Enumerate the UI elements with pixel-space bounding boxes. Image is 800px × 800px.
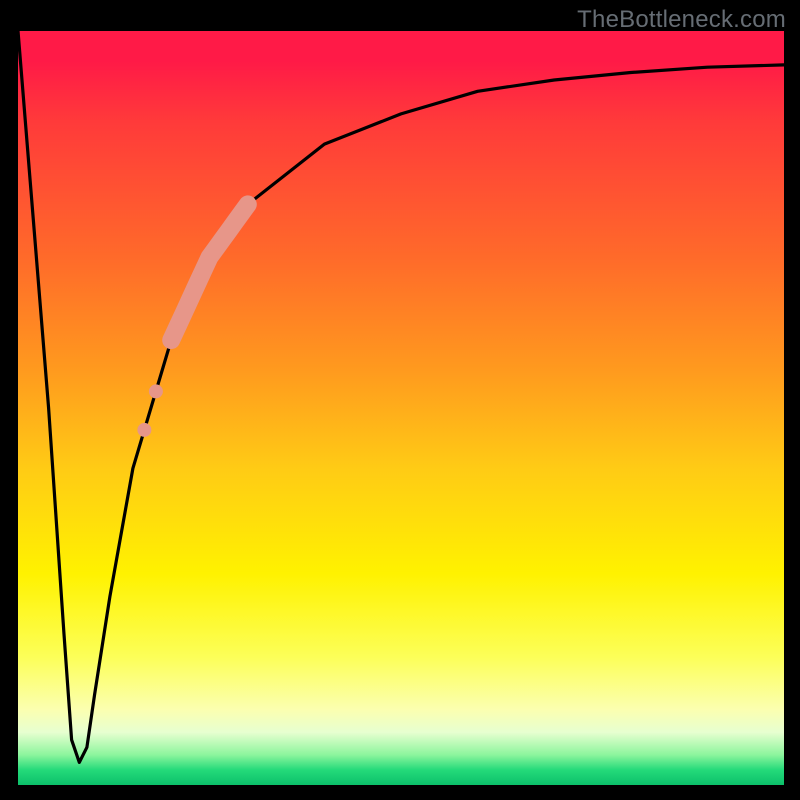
curve-line [18,31,784,762]
watermark-text: TheBottleneck.com [577,6,786,34]
chart-frame: TheBottleneck.com [0,0,800,800]
chart-svg [18,31,784,785]
highlight-dot [137,423,151,437]
plot-area [18,31,784,785]
highlight-segment [171,204,248,340]
highlight-dot [149,384,163,398]
